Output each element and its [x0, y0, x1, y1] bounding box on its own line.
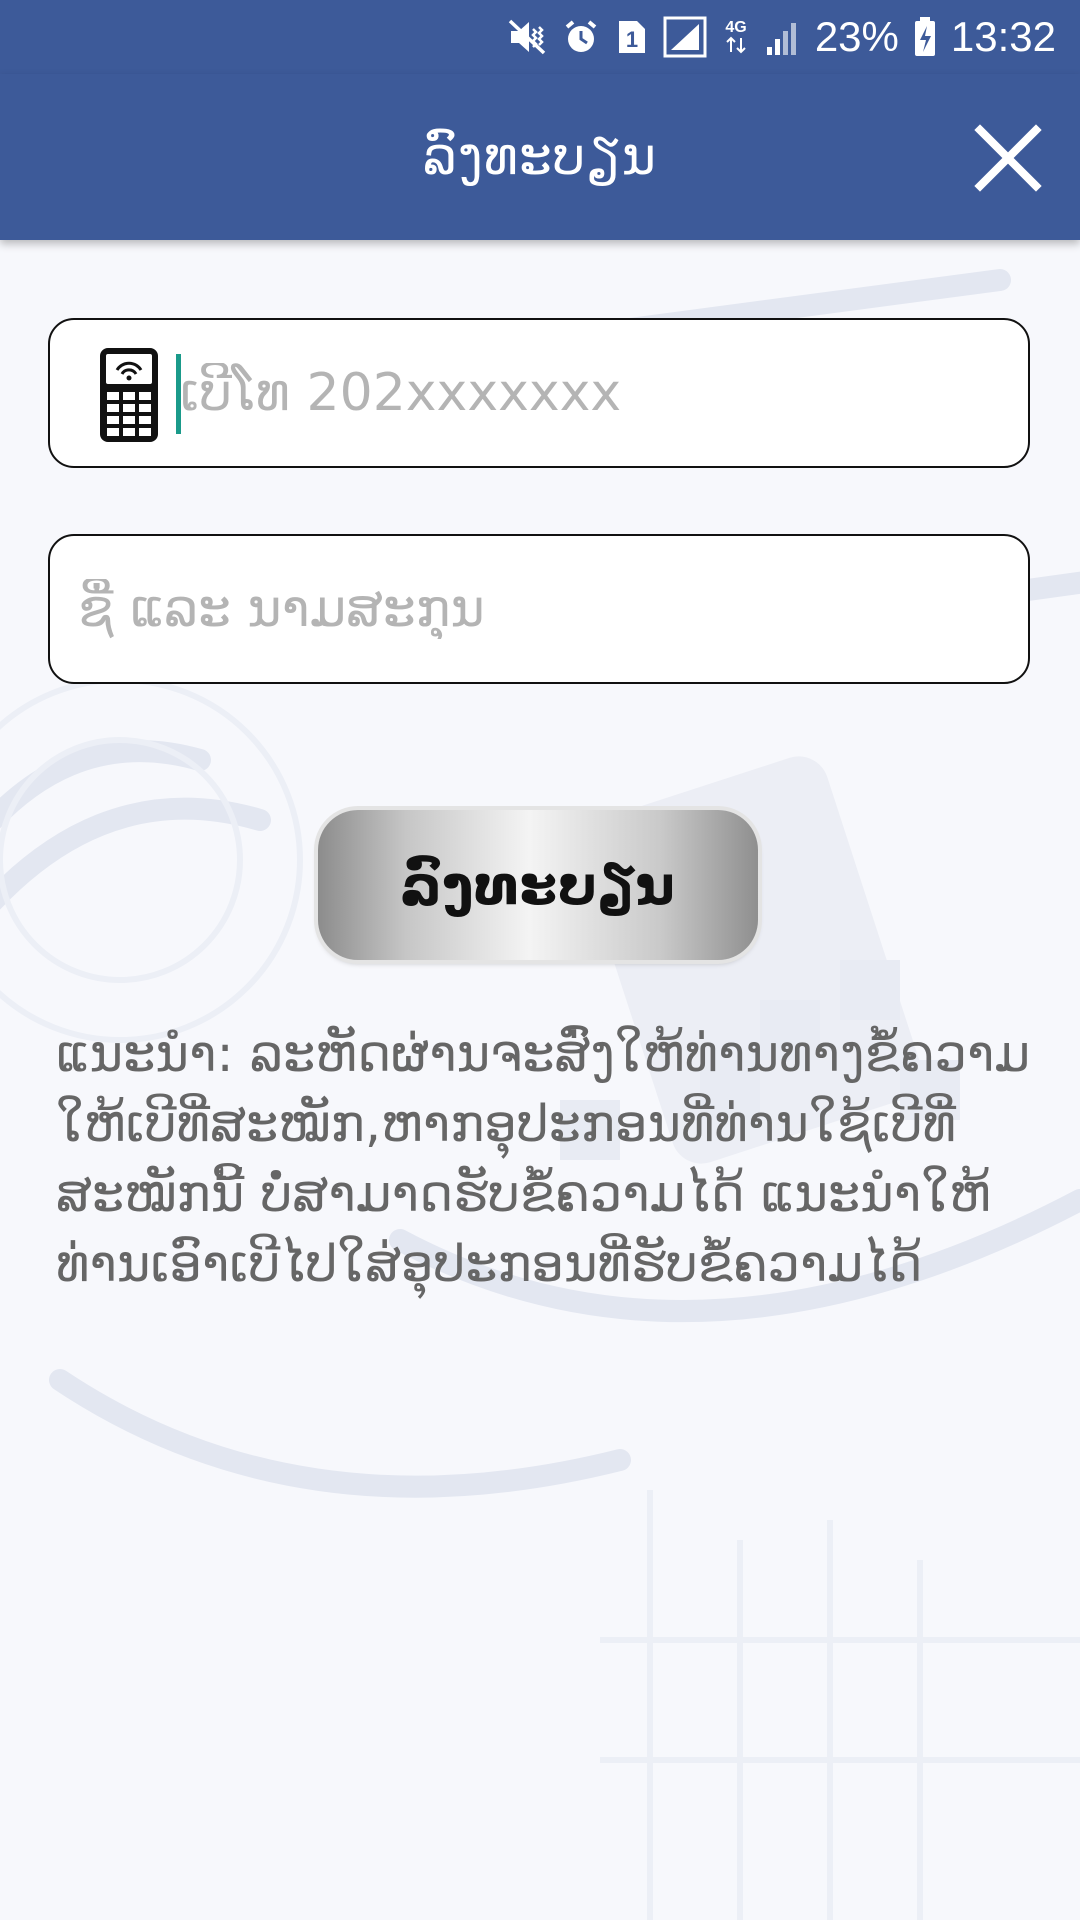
register-button[interactable]: ລົງທະບຽນ [318, 810, 758, 960]
app-bar: ລົງທະບຽນ [0, 74, 1080, 240]
name-field[interactable] [48, 534, 1030, 684]
clock: 13:32 [950, 13, 1056, 60]
4g-icon: 4G [721, 16, 751, 58]
sim-icon: 1 [615, 17, 649, 57]
network-type: 4G [725, 19, 746, 36]
phone-input[interactable] [180, 320, 1000, 466]
close-icon [974, 124, 1042, 192]
full-name-input[interactable] [78, 536, 998, 682]
alarm-icon [561, 17, 601, 57]
signal-icon [663, 16, 707, 58]
battery-charging-icon [913, 16, 937, 58]
register-button-label: ລົງທະບຽນ [400, 853, 676, 917]
phone-field[interactable] [48, 318, 1030, 468]
battery-percent: 23% [814, 13, 899, 60]
close-button[interactable] [972, 122, 1044, 194]
mobile-phone-icon [98, 346, 160, 444]
status-bar: 1 4G 23% 13:32 [0, 0, 1080, 74]
registration-form: ລົງທະບຽນ ແນະນຳ: ລະຫັດຜ່ານຈະສົ່ງໃຫ້ທ່ານທາ… [0, 240, 1080, 1920]
status-icons: 1 4G 23% 13:32 [507, 0, 1056, 74]
mute-vibrate-icon [507, 17, 547, 57]
sim-number: 1 [626, 27, 638, 52]
instruction-text: ແນະນຳ: ລະຫັດຜ່ານຈະສົ່ງໃຫ້ທ່ານທາງຂໍ້ຄວາມໃ… [56, 1025, 1031, 1294]
page-title: ລົງທະບຽນ [422, 127, 658, 187]
signal-icon [765, 17, 801, 57]
